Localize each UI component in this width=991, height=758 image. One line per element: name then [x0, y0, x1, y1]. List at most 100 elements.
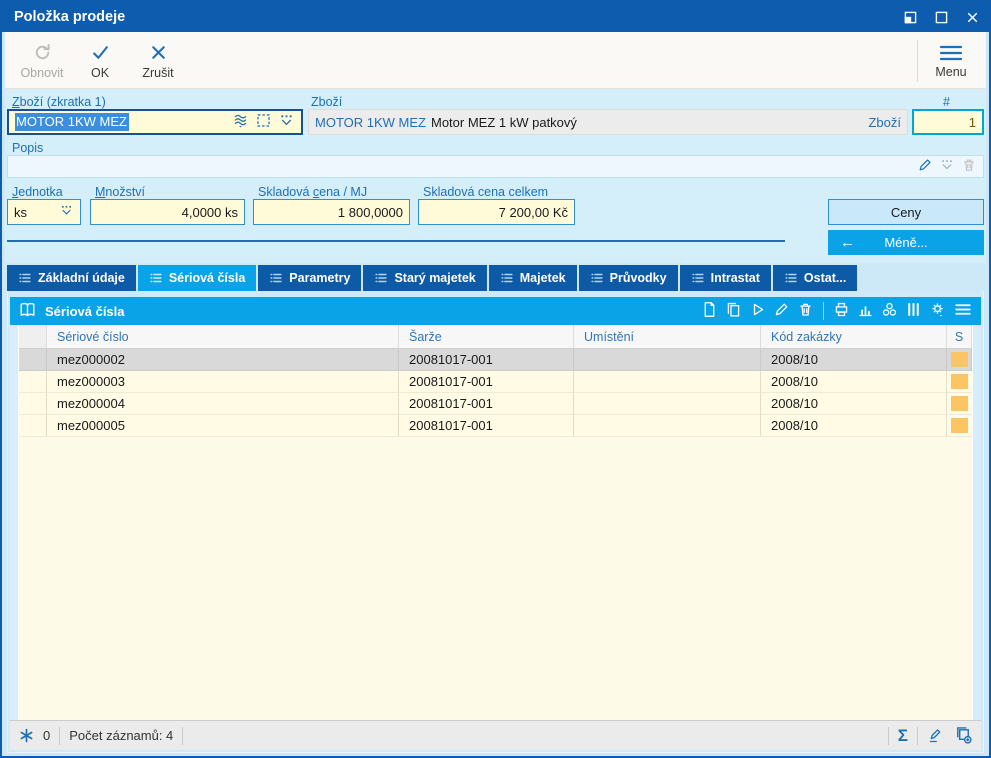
serial-numbers-panel: Sériová čísla	[7, 291, 984, 753]
window-content: Obnovit OK Zrušit	[2, 32, 989, 756]
sum-icon[interactable]: Σ	[898, 727, 908, 744]
titlebar[interactable]: Položka prodeje	[2, 2, 989, 32]
serial-cell[interactable]: mez000002	[47, 349, 399, 371]
status-cell[interactable]	[947, 415, 972, 437]
refresh-button[interactable]: Obnovit	[13, 36, 71, 86]
edit-record-icon[interactable]	[773, 301, 790, 321]
goods-abbr-input[interactable]: MOTOR 1KW MEZ	[7, 109, 303, 135]
column-header-serial[interactable]: Sériové číslo	[47, 325, 399, 349]
menu-label: Menu	[935, 65, 966, 79]
book-icon	[18, 300, 37, 322]
unit-dropdown-icon[interactable]	[59, 203, 74, 221]
copy-add-icon[interactable]	[954, 726, 973, 745]
unit-cost-value: 1 800,0000	[338, 205, 403, 220]
main-toolbar: Obnovit OK Zrušit	[5, 32, 986, 89]
edit-description-icon[interactable]	[917, 157, 933, 176]
print-icon[interactable]	[833, 301, 850, 321]
goods-type-label[interactable]: Zboží	[868, 115, 901, 130]
table-row[interactable]: mez000003 20081017-001 2008/10	[19, 371, 972, 393]
location-cell[interactable]	[574, 349, 761, 371]
column-header-batch[interactable]: Šarže	[399, 325, 574, 349]
batch-cell[interactable]: 20081017-001	[399, 349, 574, 371]
quantity-value: 4,0000 ks	[182, 205, 238, 220]
description-input[interactable]	[7, 155, 984, 178]
delete-record-icon[interactable]	[797, 301, 814, 321]
order-cell[interactable]: 2008/10	[761, 371, 947, 393]
quick-edit-icon[interactable]	[927, 727, 944, 744]
tab-majetek[interactable]: Majetek	[489, 265, 577, 291]
close-icon[interactable]	[964, 9, 981, 26]
row-selector-cell[interactable]	[19, 393, 47, 415]
columns-icon[interactable]	[905, 301, 922, 321]
table-row[interactable]: mez000002 20081017-001 2008/10	[19, 349, 972, 371]
status-cell[interactable]	[947, 349, 972, 371]
description-dropdown-icon[interactable]	[939, 157, 955, 176]
dock-window-icon[interactable]	[902, 9, 919, 26]
copy-record-icon[interactable]	[725, 301, 742, 321]
status-cell[interactable]	[947, 371, 972, 393]
column-header-selector[interactable]	[19, 325, 47, 349]
batch-cell[interactable]: 20081017-001	[399, 371, 574, 393]
column-header-location[interactable]: Umístění	[574, 325, 761, 349]
total-cost-input[interactable]: 7 200,00 Kč	[418, 199, 575, 225]
ok-button[interactable]: OK	[71, 36, 129, 86]
marked-records-icon[interactable]	[18, 727, 35, 744]
quantity-input[interactable]: 4,0000 ks	[90, 199, 245, 225]
chart-icon[interactable]	[857, 301, 874, 321]
toolbar-divider	[917, 40, 918, 82]
row-selector-cell[interactable]	[19, 371, 47, 393]
order-cell[interactable]: 2008/10	[761, 349, 947, 371]
prices-button[interactable]: Ceny	[828, 199, 984, 225]
unit-select[interactable]: ks	[7, 199, 81, 225]
location-cell[interactable]	[574, 371, 761, 393]
order-cell[interactable]: 2008/10	[761, 393, 947, 415]
refresh-label: Obnovit	[20, 66, 63, 80]
status-cell[interactable]	[947, 393, 972, 415]
batch-cell[interactable]: 20081017-001	[399, 393, 574, 415]
window-polozka-prodeje: Položka prodeje	[0, 0, 991, 758]
status-divider	[182, 727, 183, 745]
new-record-icon[interactable]	[701, 301, 718, 321]
tab-parametry[interactable]: Parametry	[258, 265, 361, 291]
tab-intrastat[interactable]: Intrastat	[680, 265, 771, 291]
cancel-button[interactable]: Zrušit	[129, 36, 187, 86]
refresh-icon	[32, 42, 53, 63]
table-row[interactable]: mez000004 20081017-001 2008/10	[19, 393, 972, 415]
tab-ostatni[interactable]: Ostat...	[773, 265, 857, 291]
vertical-scrollbar[interactable]	[972, 325, 981, 720]
row-number-input[interactable]: 1	[912, 109, 984, 135]
table-row[interactable]: mez000005 20081017-001 2008/10	[19, 415, 972, 437]
delete-description-icon	[961, 157, 977, 176]
grid-menu-icon[interactable]	[953, 301, 973, 321]
order-cell[interactable]: 2008/10	[761, 415, 947, 437]
location-cell[interactable]	[574, 415, 761, 437]
relations-icon[interactable]	[881, 301, 898, 321]
column-header-order[interactable]: Kód zakázky	[761, 325, 947, 349]
selection-box-icon[interactable]	[255, 112, 272, 132]
tab-stary-majetek[interactable]: Starý majetek	[363, 265, 486, 291]
total-cost-value: 7 200,00 Kč	[499, 205, 568, 220]
menu-button[interactable]: Menu	[922, 36, 980, 86]
maximize-icon[interactable]	[933, 9, 950, 26]
grid-body: Sériové číslo Šarže Umístění Kód zakázky…	[10, 325, 981, 720]
serial-cell[interactable]: mez000003	[47, 371, 399, 393]
unit-value: ks	[14, 205, 27, 220]
dropdown-icon[interactable]	[278, 112, 295, 132]
location-cell[interactable]	[574, 393, 761, 415]
tab-zakladni-udaje[interactable]: Základní údaje	[7, 265, 136, 291]
goods-display-field: MOTOR 1KW MEZ Motor MEZ 1 kW patkový Zbo…	[308, 109, 908, 135]
column-header-s[interactable]: S	[947, 325, 972, 349]
row-selector-cell[interactable]	[19, 415, 47, 437]
unit-cost-input[interactable]: 1 800,0000	[253, 199, 410, 225]
tab-seriova-cisla[interactable]: Sériová čísla	[138, 265, 256, 291]
batch-cell[interactable]: 20081017-001	[399, 415, 574, 437]
serial-cell[interactable]: mez000005	[47, 415, 399, 437]
less-button[interactable]: ← Méně...	[828, 230, 984, 255]
serial-cell[interactable]: mez000004	[47, 393, 399, 415]
row-selector-cell[interactable]	[19, 349, 47, 371]
toolbar-spacer	[187, 36, 913, 86]
tab-pruvodky[interactable]: Průvodky	[579, 265, 678, 291]
stock-layers-icon[interactable]	[232, 112, 249, 132]
settings-gear-icon[interactable]	[929, 301, 946, 321]
run-icon[interactable]	[749, 301, 766, 321]
